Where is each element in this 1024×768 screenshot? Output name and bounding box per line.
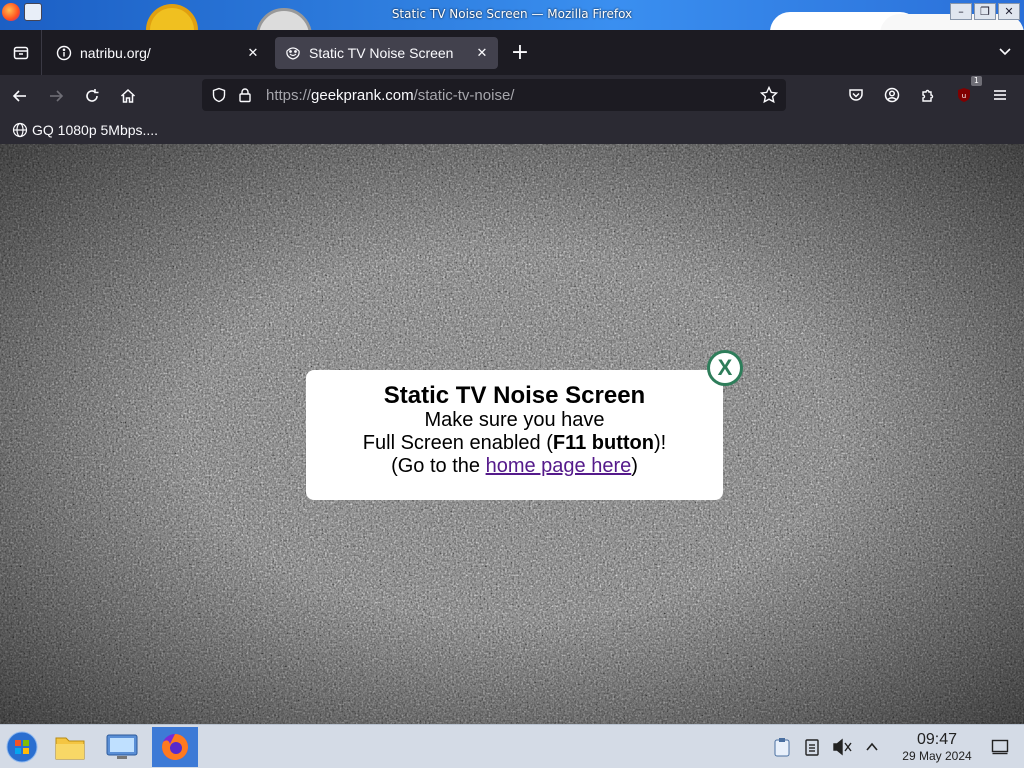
bookmarks-toolbar: GQ 1080p 5Mbps.... — [0, 116, 1024, 144]
chevron-up-icon — [866, 742, 878, 751]
firefox-icon — [162, 734, 188, 760]
tab-static-tv-noise[interactable]: Static TV Noise Screen ✕ — [275, 36, 498, 69]
speaker-muted-icon — [833, 738, 852, 756]
dialog-title: Static TV Noise Screen — [383, 382, 646, 409]
system-tray: 09:47 29 May 2024 — [768, 725, 1024, 768]
notes-icon — [805, 739, 819, 756]
dialog-line-3: (Go to the home page here) — [306, 455, 723, 478]
dialog-text: ) — [631, 455, 638, 477]
home-page-link[interactable]: home page here — [486, 455, 632, 477]
close-window-button[interactable]: ✕ — [998, 3, 1020, 20]
dialog-text: Full Screen enabled ( — [362, 432, 553, 454]
account-icon — [884, 87, 900, 103]
tab-label: Static TV Noise Screen — [309, 44, 454, 61]
system-settings-button[interactable] — [100, 727, 144, 767]
fullscreen-notice-dialog: Static TV Noise Screen Make sure you hav… — [306, 370, 723, 500]
tab-natribu[interactable]: natribu.org/ ✕ — [46, 37, 269, 69]
clock-date: 29 May 2024 — [902, 749, 972, 763]
arrow-right-icon — [50, 89, 64, 102]
pocket-icon — [849, 89, 863, 101]
reload-button[interactable] — [76, 80, 108, 112]
url-host: geekprank.com — [311, 86, 414, 104]
tab-strip: natribu.org/ ✕ Static TV Noise Screen ✕ … — [0, 30, 1024, 75]
dialog-line-2: Full Screen enabled (F11 button)! — [306, 432, 723, 455]
info-icon — [56, 45, 72, 60]
url-bar[interactable]: https://geekprank.com/static-tv-noise/ — [202, 79, 786, 111]
window-controls: – ❐ ✕ — [950, 3, 1020, 20]
show-hidden-icons-button[interactable] — [858, 733, 886, 761]
dialog-close-button[interactable]: X — [707, 350, 743, 386]
file-manager-button[interactable] — [48, 727, 92, 767]
firefox-view-icon — [13, 46, 28, 59]
extension-badge: 1 — [970, 76, 982, 86]
extensions-button[interactable] — [912, 79, 944, 111]
navigation-toolbar: https://geekprank.com/static-tv-noise/ u… — [0, 75, 1024, 116]
globe-icon — [12, 122, 28, 138]
dialog-text: (Go to the — [391, 455, 486, 477]
os-title-bar[interactable]: Static TV Noise Screen — Mozilla Firefox… — [0, 0, 1024, 30]
app-menu-button[interactable] — [984, 79, 1016, 111]
url-path: /static-tv-noise/ — [413, 86, 515, 104]
close-tab-icon[interactable]: ✕ — [245, 45, 261, 61]
hamburger-menu-icon — [994, 90, 1006, 100]
url-scheme: https:// — [266, 86, 312, 104]
notes-tray-button[interactable] — [798, 733, 826, 761]
puzzle-icon — [922, 89, 934, 102]
url-text[interactable]: https://geekprank.com/static-tv-noise/ — [266, 87, 514, 104]
dialog-text: )! — [654, 432, 667, 454]
ublock-shield-icon: u — [958, 88, 970, 102]
volume-tray-button[interactable] — [828, 733, 856, 761]
close-tab-icon[interactable]: ✕ — [474, 45, 490, 61]
dialog-line-1: Make sure you have — [424, 409, 605, 431]
back-button[interactable] — [4, 80, 36, 112]
chevron-down-icon — [999, 48, 1011, 56]
new-tab-button[interactable]: + — [506, 39, 534, 67]
tracking-protection-icon[interactable] — [210, 86, 228, 104]
taskbar: 09:47 29 May 2024 — [0, 724, 1024, 768]
pocket-button[interactable] — [840, 79, 872, 111]
minimize-button[interactable]: – — [950, 3, 972, 20]
computer-settings-icon — [106, 734, 138, 759]
firefox-view-button[interactable] — [0, 30, 42, 75]
account-button[interactable] — [876, 79, 908, 111]
troll-face-icon — [286, 46, 300, 60]
clock[interactable]: 09:47 29 May 2024 — [894, 731, 980, 763]
clipboard-icon — [774, 738, 790, 757]
home-icon — [120, 88, 136, 103]
bookmark-item[interactable]: GQ 1080p 5Mbps.... — [32, 122, 158, 138]
tab-label: natribu.org/ — [80, 44, 151, 61]
show-desktop-button[interactable] — [986, 733, 1014, 761]
f11-key-label: F11 button — [552, 432, 654, 454]
list-all-tabs-button[interactable] — [998, 44, 1012, 63]
arrow-left-icon — [12, 89, 26, 102]
bookmark-star-icon[interactable] — [759, 85, 779, 108]
svg-text:u: u — [962, 92, 966, 100]
folder-icon — [55, 737, 85, 760]
home-button[interactable] — [112, 80, 144, 112]
ublock-extension-button[interactable]: u 1 — [948, 76, 982, 111]
page-content: Static TV Noise Screen Make sure you hav… — [0, 144, 1024, 724]
firefox-taskbar-button[interactable] — [152, 727, 198, 767]
desktop-icon — [991, 739, 1009, 755]
clock-time: 09:47 — [916, 731, 958, 748]
reload-icon — [86, 88, 99, 102]
start-button[interactable] — [0, 727, 44, 767]
clipboard-tray-button[interactable] — [768, 733, 796, 761]
forward-button[interactable] — [40, 80, 72, 112]
lock-icon[interactable] — [236, 86, 254, 104]
window-title: Static TV Noise Screen — Mozilla Firefox — [391, 7, 633, 21]
toolbar-right: u 1 — [840, 76, 1016, 111]
windows-start-icon — [6, 731, 38, 763]
maximize-button[interactable]: ❐ — [974, 3, 996, 20]
